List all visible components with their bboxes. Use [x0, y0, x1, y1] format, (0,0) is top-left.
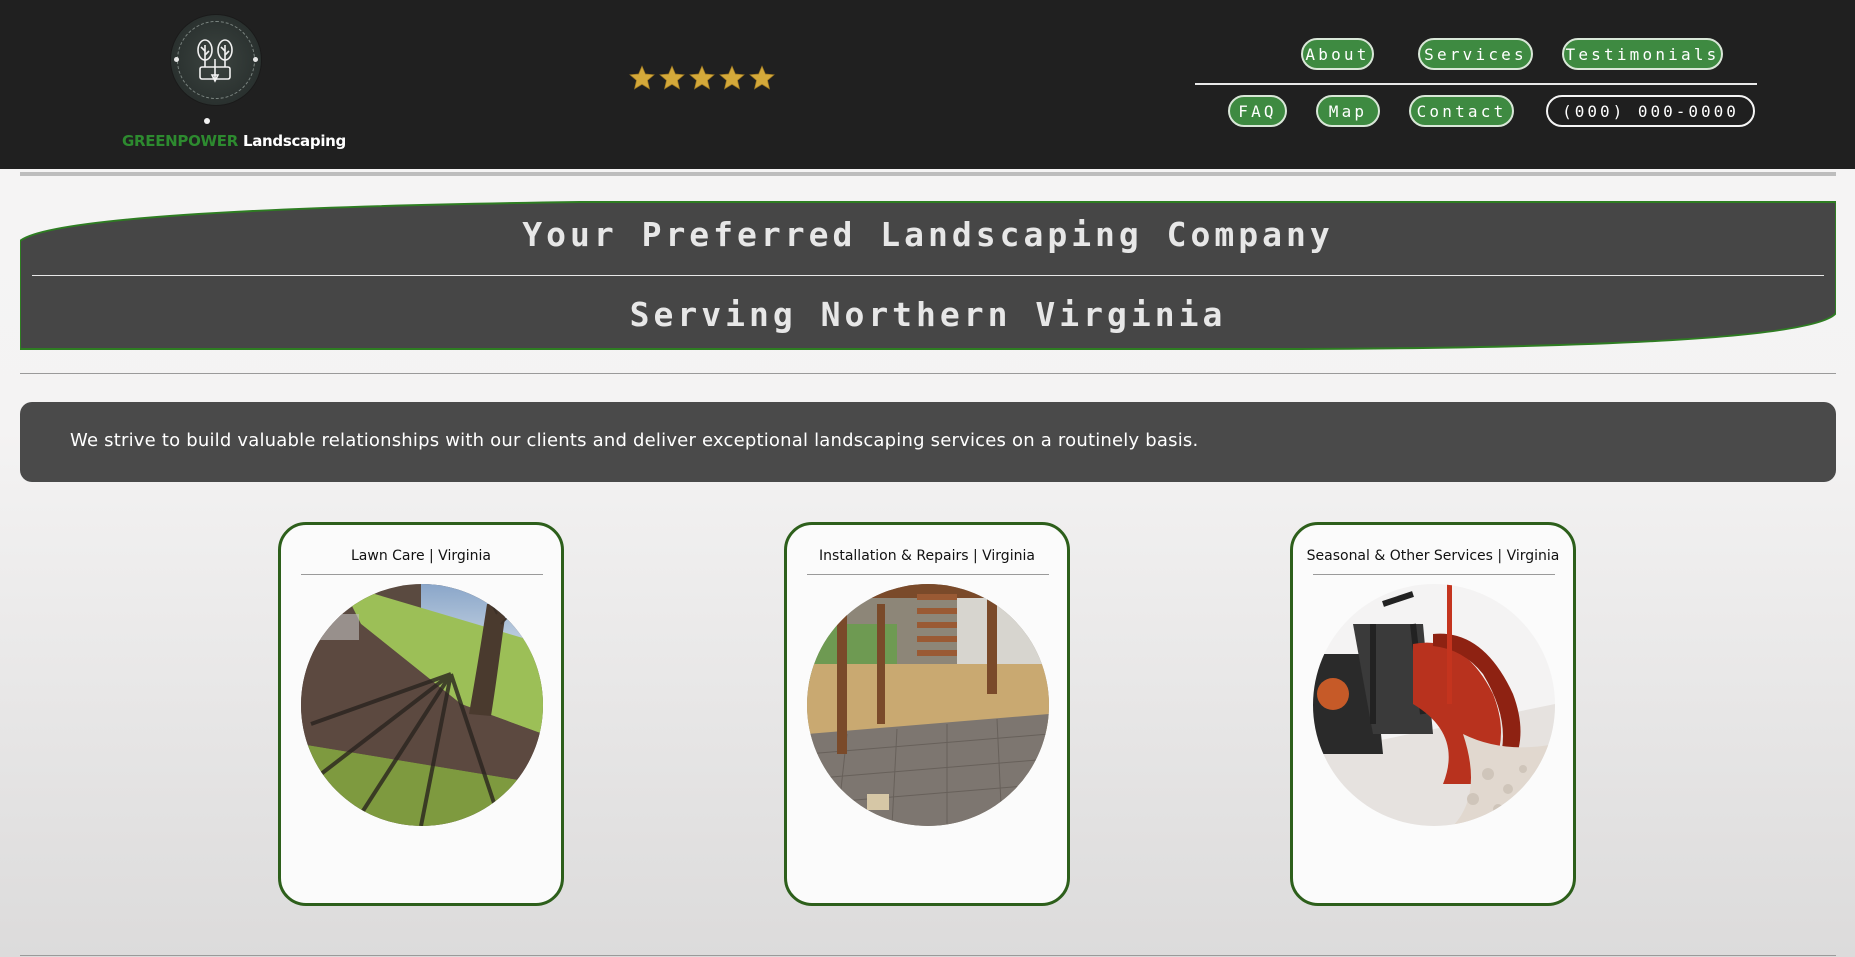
nav-services[interactable]: Services — [1418, 38, 1533, 70]
card-divider — [301, 574, 543, 575]
star-icon — [659, 65, 685, 90]
site-header: GREENPOWER Landscaping About Services Te… — [0, 0, 1855, 169]
star-icon — [749, 65, 775, 90]
brand-name-green: GREENPOWER — [122, 132, 238, 150]
star-icon — [719, 65, 745, 90]
service-card-title: Lawn Care | Virginia — [351, 548, 491, 564]
nav-testimonials[interactable]: Testimonials — [1562, 38, 1723, 70]
hero-divider — [32, 275, 1824, 276]
tree-tools-icon — [197, 39, 233, 83]
hero-title: Your Preferred Landscaping Company — [522, 215, 1334, 254]
intro-text: We strive to build valuable relationship… — [70, 430, 1199, 451]
service-card-lawn-care[interactable]: Lawn Care | Virginia — [278, 522, 564, 906]
snowplow-photo-art — [1313, 584, 1555, 826]
nav-divider — [1195, 83, 1757, 85]
section-divider — [20, 373, 1836, 374]
main-nav: About Services Testimonials FAQ Map Cont… — [1195, 38, 1757, 134]
brand-name-white: Landscaping — [242, 132, 346, 150]
card-divider — [1313, 574, 1555, 575]
service-card-title: Installation & Repairs | Virginia — [819, 548, 1035, 564]
patio-photo-art — [807, 584, 1049, 826]
patio-photo[interactable] — [807, 584, 1049, 826]
nav-contact[interactable]: Contact — [1409, 95, 1514, 127]
intro-strip: We strive to build valuable relationship… — [20, 402, 1836, 482]
hero-banner: Your Preferred Landscaping Company Servi… — [20, 201, 1836, 350]
nav-about[interactable]: About — [1301, 38, 1374, 70]
card-divider — [807, 574, 1049, 575]
bottom-divider — [20, 955, 1836, 956]
snowplow-photo[interactable] — [1313, 584, 1555, 826]
rating-stars — [628, 64, 776, 92]
logo-link[interactable]: GREENPOWER Landscaping — [120, 14, 346, 154]
star-icon — [629, 65, 655, 90]
nav-map[interactable]: Map — [1316, 95, 1380, 127]
logo-bullet — [204, 118, 210, 124]
service-card-installation[interactable]: Installation & Repairs | Virginia — [784, 522, 1070, 906]
service-card-seasonal[interactable]: Seasonal & Other Services | Virginia — [1290, 522, 1576, 906]
logo-badge — [171, 15, 261, 105]
header-divider — [20, 172, 1836, 176]
nav-faq[interactable]: FAQ — [1228, 95, 1287, 127]
logo-dot-left — [174, 57, 179, 62]
logo-dot-right — [253, 57, 258, 62]
hero-subtitle: Serving Northern Virginia — [629, 295, 1227, 334]
lawn-photo-art — [301, 584, 543, 826]
phone-button[interactable]: (000) 000-0000 — [1546, 95, 1755, 127]
brand-name: GREENPOWER Landscaping — [122, 132, 346, 150]
star-icon — [689, 65, 715, 90]
service-card-title: Seasonal & Other Services | Virginia — [1306, 548, 1560, 564]
lawn-photo[interactable] — [301, 584, 543, 826]
